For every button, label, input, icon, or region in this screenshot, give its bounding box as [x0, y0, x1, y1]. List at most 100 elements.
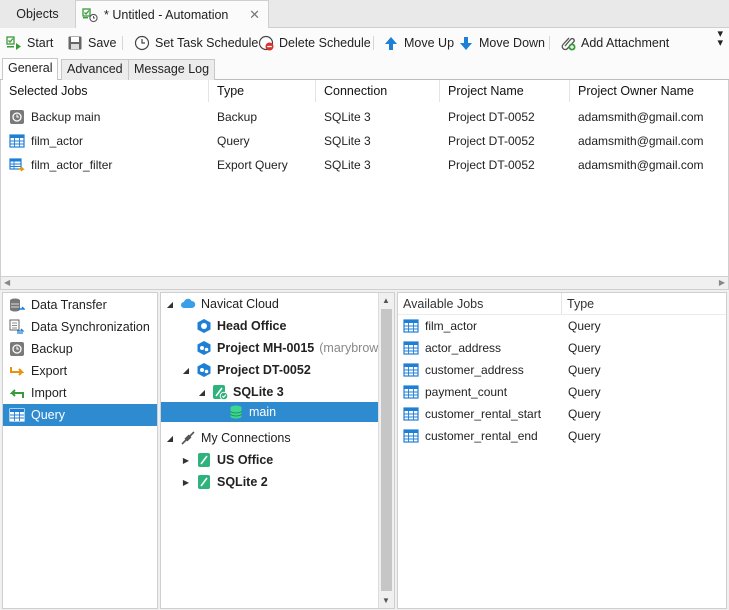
column-header-selected-jobs[interactable]: Selected Jobs	[1, 80, 209, 102]
list-item-backup[interactable]: Backup	[3, 338, 157, 360]
add-attachment-button[interactable]: Add Attachment	[560, 33, 669, 53]
tree-item-project-dt-0052[interactable]: ◢ Project DT-0052	[181, 359, 311, 381]
table-row[interactable]: Backup main Backup SQLite 3 Project DT-0…	[1, 105, 728, 129]
job-name: Backup main	[31, 110, 101, 124]
tree-item-us-office[interactable]: ▶ US Office	[181, 449, 273, 471]
column-header-type[interactable]: Type	[209, 80, 316, 102]
collapsed-arrow-icon[interactable]: ▶	[181, 478, 191, 487]
query-icon	[403, 319, 419, 333]
table-row[interactable]: film_actor Query SQLite 3 Project DT-005…	[1, 129, 728, 153]
tree-item-head-office[interactable]: Head Office	[181, 315, 286, 337]
list-item-label: Export	[31, 364, 68, 378]
list-item-label: Import	[31, 386, 67, 400]
move-down-button[interactable]: Move Down	[458, 33, 545, 53]
tab-objects-label: Objects	[16, 7, 59, 21]
horizontal-scrollbar[interactable]: ◀ ▶	[0, 276, 729, 290]
scrollbar-thumb[interactable]	[381, 309, 392, 591]
available-job-name-cell: customer_rental_start	[403, 403, 541, 425]
tab-message-log[interactable]: Message Log	[128, 59, 216, 80]
column-header-available-jobs[interactable]: Available Jobs	[398, 293, 562, 315]
scroll-right-icon[interactable]: ▶	[719, 278, 725, 287]
tree-item-label: US Office	[217, 453, 274, 467]
save-label: Save	[88, 36, 117, 50]
column-header-connection[interactable]: Connection	[316, 80, 440, 102]
move-up-button[interactable]: Move Up	[383, 33, 454, 53]
available-job-name-cell: customer_address	[403, 359, 524, 381]
start-button[interactable]: Start	[6, 33, 53, 53]
vertical-scrollbar[interactable]: ▲ ▼	[378, 293, 394, 608]
scroll-up-icon[interactable]: ▲	[382, 296, 390, 305]
settings-tab-bar: General Advanced Message Log	[0, 58, 729, 80]
arrow-up-icon	[385, 37, 397, 50]
available-job-name-cell: actor_address	[403, 337, 501, 359]
list-item[interactable]: actor_address Query	[398, 337, 726, 359]
tree-item-project-mh-0015[interactable]: Project MH-0015 (marybrow	[181, 337, 378, 359]
tree-item-my-connections[interactable]: ◢ My Connections	[165, 427, 291, 449]
available-job-type: Query	[568, 407, 601, 421]
close-tab-icon[interactable]: ✕	[249, 7, 260, 23]
available-job-type: Query	[568, 429, 601, 443]
clock-icon	[134, 35, 150, 51]
document-tab-bar: Objects * Untitled - Automation ✕	[0, 0, 729, 28]
expanded-arrow-icon[interactable]: ◢	[165, 434, 175, 443]
job-connection: SQLite 3	[324, 110, 371, 124]
tree-item-sqlite-3[interactable]: ◢ SQLite 3	[197, 381, 284, 403]
job-owner: adamsmith@gmail.com	[578, 110, 704, 124]
delete-schedule-icon	[258, 35, 274, 51]
job-name: film_actor_filter	[31, 158, 113, 172]
expanded-arrow-icon[interactable]: ◢	[181, 366, 191, 375]
list-item-data-transfer[interactable]: Data Transfer	[3, 294, 157, 316]
list-item-data-synchronization[interactable]: Data Synchronization	[3, 316, 157, 338]
export-query-icon	[9, 158, 25, 172]
toolbar-divider	[549, 36, 550, 50]
job-name-cell: Backup main	[9, 105, 100, 129]
column-header-project-name[interactable]: Project Name	[440, 80, 570, 102]
start-label: Start	[27, 36, 54, 50]
tab-advanced[interactable]: Advanced	[61, 59, 129, 80]
project-icon	[197, 319, 211, 333]
scroll-down-icon[interactable]: ▼	[382, 596, 390, 605]
save-button[interactable]: Save	[67, 33, 117, 53]
toolbar: Start Save Set Task Schedule Delete Sche…	[0, 28, 729, 58]
list-item[interactable]: film_actor Query	[398, 315, 726, 337]
tree-item-label: SQLite 2	[217, 475, 268, 489]
delete-schedule-button[interactable]: Delete Schedule	[258, 33, 371, 53]
job-connection: SQLite 3	[324, 158, 371, 172]
list-item[interactable]: payment_count Query	[398, 381, 726, 403]
move-up-label: Move Up	[404, 36, 455, 50]
toolbar-divider	[122, 36, 123, 50]
tree-item-owner: (marybrow	[319, 341, 379, 355]
job-type: Backup	[217, 110, 258, 124]
job-name: film_actor	[31, 134, 84, 148]
table-row[interactable]: film_actor_filter Export Query SQLite 3 …	[1, 153, 728, 177]
list-item-label: Data Transfer	[31, 298, 107, 312]
set-task-schedule-button[interactable]: Set Task Schedule	[134, 33, 258, 53]
list-item-query[interactable]: Query	[3, 404, 157, 426]
column-header-type[interactable]: Type	[562, 293, 726, 315]
tab-automation-label: * Untitled - Automation	[104, 7, 229, 22]
list-item[interactable]: customer_rental_end Query	[398, 425, 726, 447]
list-item[interactable]: customer_address Query	[398, 359, 726, 381]
tree-item-label: Head Office	[217, 319, 287, 333]
available-job-name: payment_count	[425, 385, 508, 399]
tree-item-sqlite-2[interactable]: ▶ SQLite 2	[181, 471, 268, 493]
list-item-export[interactable]: Export	[3, 360, 157, 382]
tree-item-navicat-cloud[interactable]: ◢ Navicat Cloud	[165, 293, 279, 315]
tab-general[interactable]: General	[2, 58, 59, 80]
toolbar-divider	[373, 36, 374, 50]
tree-item-main[interactable]: main	[213, 401, 276, 423]
tab-automation[interactable]: * Untitled - Automation ✕	[76, 0, 269, 28]
expanded-arrow-icon[interactable]: ◢	[197, 388, 207, 397]
import-icon	[9, 389, 24, 398]
expanded-arrow-icon[interactable]: ◢	[165, 300, 175, 309]
collapsed-arrow-icon[interactable]: ▶	[181, 456, 191, 465]
tab-objects[interactable]: Objects	[0, 0, 76, 28]
list-item[interactable]: customer_rental_start Query	[398, 403, 726, 425]
scroll-left-icon[interactable]: ◀	[4, 278, 10, 287]
list-item-import[interactable]: Import	[3, 382, 157, 404]
available-job-type: Query	[568, 341, 601, 355]
column-header-project-owner[interactable]: Project Owner Name	[570, 80, 728, 102]
toolbar-overflow-icon[interactable]: ▾ ▾	[717, 29, 723, 49]
query-icon	[9, 408, 25, 422]
selected-jobs-table: Selected Jobs Type Connection Project Na…	[0, 80, 729, 276]
